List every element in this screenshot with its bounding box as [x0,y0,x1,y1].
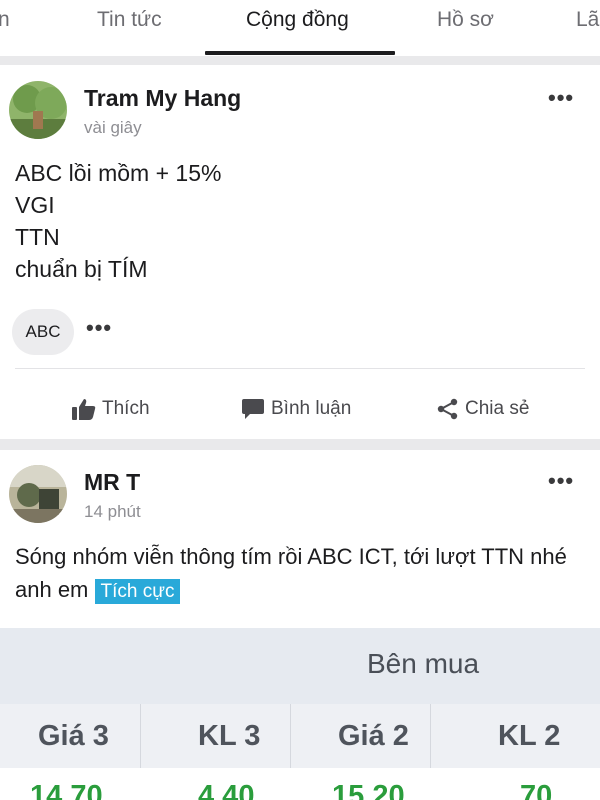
table-cell: 4.40 [198,780,255,800]
like-button[interactable]: Thích [72,398,150,420]
embed-header: Bên mua [0,628,600,704]
tab-partial-left[interactable]: n [0,8,10,32]
table-cell: 15.20 [332,780,405,800]
share-icon [437,398,458,420]
post-time: vài giây [84,118,142,137]
sentiment-badge[interactable]: Tích cực [94,579,181,604]
post-text-line: VGI [15,192,55,218]
post-card: Tram My Hang vài giây ••• ABC lồi mồm + … [0,65,600,439]
top-tab-bar: n Tin tức Cộng đồng Hồ sơ Lã [0,0,600,56]
divider [15,368,585,369]
post-text: Sóng nhóm viễn thông tím rồi ABC ICT, tớ… [15,540,585,608]
column-header: KL 3 [198,720,261,752]
post-author[interactable]: MR T [84,469,140,496]
post-text-line: ABC lồi mồm + 15% [15,160,222,186]
column-header: KL 2 [498,720,561,752]
post-author[interactable]: Tram My Hang [84,85,241,112]
post-time: 14 phút [84,502,141,521]
tab-tin-tuc[interactable]: Tin tức [97,8,162,32]
attached-image[interactable]: Bên mua Giá 3 KL 3 Giá 2 KL 2 14.70 4.40… [0,628,600,800]
tab-ho-so[interactable]: Hồ sơ [437,8,494,32]
column-header: Giá 3 [38,720,109,752]
tab-partial-right[interactable]: Lã [576,8,599,32]
thumbs-up-icon [72,399,96,420]
embed-title: Bên mua [367,648,480,679]
table-cell: 70 [520,780,553,800]
post-text-line: TTN [15,224,60,250]
more-options-icon[interactable]: ••• [548,470,574,492]
tab-cong-dong[interactable]: Cộng đồng [246,8,349,32]
column-header: Giá 2 [338,720,409,752]
avatar[interactable] [9,465,67,523]
tag-more-icon[interactable]: ••• [86,317,112,339]
share-button[interactable]: Chia sẻ [437,398,529,420]
comment-label: Bình luận [271,398,352,419]
embed-column-headers: Giá 3 KL 3 Giá 2 KL 2 [0,704,600,768]
avatar[interactable] [9,81,67,139]
table-cell: 14.70 [30,780,103,800]
active-tab-indicator [205,51,395,55]
comment-icon [242,399,264,419]
ticker-tag[interactable]: ABC [12,309,74,355]
comment-button[interactable]: Bình luận [241,398,351,420]
like-label: Thích [102,398,150,419]
post-text-line: chuẩn bị TÍM [15,256,148,282]
more-options-icon[interactable]: ••• [548,87,574,109]
table-row: 14.70 4.40 15.20 70 [0,768,600,800]
post-card: MR T 14 phút ••• Sóng nhóm viễn thông tí… [0,450,600,800]
share-label: Chia sẻ [465,398,530,419]
